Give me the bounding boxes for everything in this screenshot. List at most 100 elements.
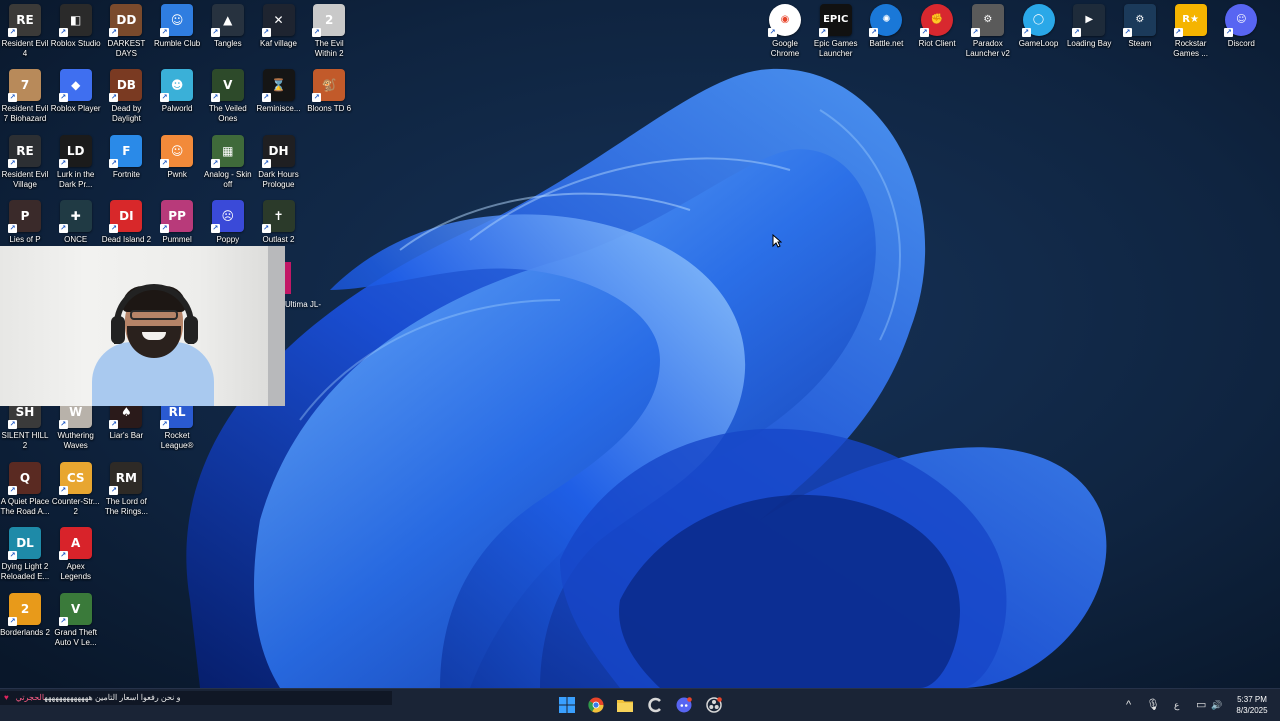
shortcut-label: ONCE [64, 235, 88, 245]
desktop-shortcut[interactable]: ✺ ↗ Battle.net [861, 4, 911, 49]
riot-client-icon: ✊ ↗ [920, 4, 954, 37]
taskbar: ♥ و نحن رفعوا اسعار التامين ههههههههههههه… [0, 688, 1280, 721]
shortcut-arrow-icon: ↗ [8, 158, 17, 168]
desktop-shortcut[interactable]: RM ↗ The Lord of The Rings... [101, 461, 151, 517]
desktop-shortcut[interactable]: LD ↗ Lurk in the Dark Pr... [51, 134, 101, 190]
taskbar-chrome[interactable] [586, 695, 606, 715]
desktop-shortcut[interactable]: ◆ ↗ Roblox Player [51, 69, 101, 114]
shortcut-label: Dead by Daylight [111, 104, 142, 124]
folder-icon [617, 700, 633, 712]
taskbar-discord[interactable] [674, 695, 694, 715]
microphone-icon[interactable]: 🎙 [1146, 698, 1160, 712]
desktop-shortcut[interactable]: Q ↗ A Quiet Place The Road A... [0, 461, 50, 517]
icon-glyph: DB [116, 78, 136, 93]
desktop-shortcut[interactable]: ◧ ↗ Roblox Studio [51, 4, 101, 49]
shortcut-label: Riot Client [918, 39, 956, 48]
desktop-shortcut[interactable]: 2 ↗ The Evil Within 2 [304, 4, 354, 59]
icon-glyph: Q [19, 470, 31, 485]
shortcut-label: Grand Theft Auto V Le... [54, 627, 97, 647]
desktop-shortcut[interactable]: ◯ ↗ GameLoop [1014, 4, 1064, 49]
desktop-shortcut[interactable]: RE ↗ Resident Evil 4 [0, 4, 50, 59]
taskbar-file-explorer[interactable] [615, 695, 635, 715]
desktop-shortcut[interactable]: ☻ ↗ Palworld [152, 69, 202, 114]
taskbar-ccleaner[interactable] [645, 695, 665, 715]
icon-glyph: ✚ [70, 209, 81, 224]
icon-glyph: ◯ [1032, 14, 1045, 25]
desktop-shortcut[interactable]: V ↗ Grand Theft Auto V Le... [51, 592, 101, 648]
desktop-shortcut[interactable]: CS ↗ Counter-Str... 2 [51, 461, 101, 517]
clock-time: 5:37 PM [1237, 695, 1267, 704]
desktop-shortcut[interactable]: ⚙ ↗ Steam [1115, 4, 1165, 49]
shortcut-label: Analog - Skin off [204, 169, 252, 189]
desktop-shortcut[interactable]: ☺ ↗ Pwnk [152, 134, 202, 180]
desktop-shortcut[interactable]: RE ↗ Resident Evil Village [0, 134, 50, 190]
desktop-shortcut[interactable]: DI ↗ Dead Island 2 [101, 200, 151, 245]
shortcut-label: SILENT HILL 2 [1, 431, 49, 451]
desktop-shortcut[interactable]: R★ ↗ Rockstar Games ... [1166, 4, 1216, 59]
shortcut-label: Outlast 2 [262, 235, 295, 245]
desktop-shortcut[interactable]: 2 ↗ Borderlands 2 [0, 592, 50, 638]
desktop-shortcut[interactable]: ✚ ↗ ONCE [51, 200, 101, 245]
desktop-shortcut[interactable]: DL ↗ Dying Light 2 Reloaded E... [0, 527, 50, 582]
desktop-shortcut[interactable]: EPIC ↗ Epic Games Launcher [811, 4, 861, 59]
network-icon[interactable]: ▭ [1196, 698, 1206, 712]
desktop-shortcut[interactable]: 7 ↗ Resident Evil 7 Biohazard [0, 69, 50, 124]
taskbar-obs[interactable] [704, 695, 724, 715]
shortcut-arrow-icon: ↗ [109, 93, 119, 103]
input-language-indicator[interactable]: ع [1174, 698, 1179, 712]
shortcut-label: Pummel [162, 235, 192, 245]
shortcut-arrow-icon: ↗ [58, 551, 68, 561]
desktop-shortcut[interactable]: ✊ ↗ Riot Client [912, 4, 962, 49]
desktop-shortcut[interactable]: PP ↗ Pummel [152, 200, 202, 245]
desktop-shortcut[interactable]: V ↗ The Veiled Ones [203, 69, 253, 124]
desktop-shortcut[interactable]: ◉ ↗ Google Chrome [760, 4, 810, 59]
desktop-shortcut[interactable]: ☺ ↗ Discord [1216, 4, 1266, 49]
shortcut-arrow-icon: ↗ [58, 158, 68, 168]
shortcut-arrow-icon: ↗ [8, 224, 17, 234]
pummel-party-icon: PP ↗ [160, 200, 194, 234]
ccleaner-icon [648, 697, 661, 713]
desktop-shortcut[interactable]: F ↗ Fortnite [101, 134, 151, 180]
icon-glyph: R★ [1182, 14, 1199, 25]
desktop-shortcut[interactable]: ▶ ↗ Loading Bay [1064, 4, 1114, 49]
start-button[interactable] [557, 695, 577, 715]
desktop-shortcut[interactable]: A ↗ Apex Legends [51, 527, 101, 582]
shortcut-arrow-icon: ↗ [8, 551, 17, 561]
desktop-shortcut[interactable]: ⚙ ↗ Paradox Launcher v2 [963, 4, 1013, 59]
desktop-shortcut[interactable]: DD ↗ DARKEST DAYS [101, 4, 151, 59]
icon-glyph: PP [168, 209, 186, 224]
desktop-shortcut[interactable]: ▲ ↗ Tangles [203, 4, 253, 49]
shortcut-label: Apex Legends [60, 562, 92, 582]
icon-glyph: ⚙ [983, 14, 993, 25]
desktop-shortcut[interactable]: ✕ ↗ Kaf village [254, 4, 304, 49]
shortcut-arrow-icon: ↗ [768, 28, 777, 37]
volume-icon[interactable]: 🔊 [1211, 698, 1222, 712]
desktop-shortcut[interactable]: 🐒 ↗ Bloons TD 6 [304, 69, 354, 114]
shortcut-label: The Evil Within 2 [314, 39, 344, 58]
desktop-shortcut[interactable]: ☺ ↗ Rumble Club [152, 4, 202, 49]
icon-glyph: ✺ [882, 14, 891, 25]
shortcut-arrow-icon: ↗ [210, 224, 220, 234]
loading-bay-icon: ▶ ↗ [1072, 4, 1106, 37]
shortcut-label: GameLoop [1018, 39, 1059, 48]
desktop-shortcut[interactable]: P ↗ Lies of P [0, 200, 50, 245]
system-clock[interactable]: 5:37 PM 8/3/2025 [1228, 694, 1276, 716]
desktop-shortcut[interactable]: ⌛ ↗ Reminisce... [254, 69, 304, 114]
paradox-launcher-icon: ⚙ ↗ [970, 4, 1004, 37]
desktop-shortcut[interactable]: ☹ ↗ Poppy [203, 200, 253, 245]
pwnk-icon: ☺ ↗ [160, 134, 194, 168]
headset-ear-right [184, 316, 198, 344]
desktop-shortcut[interactable]: ▦ ↗ Analog - Skin off [203, 134, 253, 190]
desktop-shortcut[interactable]: DB ↗ Dead by Daylight [101, 69, 151, 124]
shortcut-label: Epic Games Launcher [813, 39, 858, 58]
shortcut-arrow-icon: ↗ [160, 28, 170, 37]
shortcut-arrow-icon: ↗ [261, 224, 271, 234]
rockstar-games-icon: R★ ↗ [1173, 4, 1207, 37]
icon-glyph: ◆ [71, 78, 81, 93]
show-hidden-icons-chevron-icon[interactable]: ^ [1126, 698, 1131, 712]
gta-v-icon: V ↗ [58, 592, 92, 626]
steam-icon: ⚙ ↗ [1122, 4, 1156, 37]
desktop-shortcut[interactable]: DH ↗ Dark Hours Prologue [254, 134, 304, 190]
desktop-shortcut[interactable]: ✝ ↗ Outlast 2 [254, 200, 304, 245]
icon-glyph: V [71, 601, 81, 616]
